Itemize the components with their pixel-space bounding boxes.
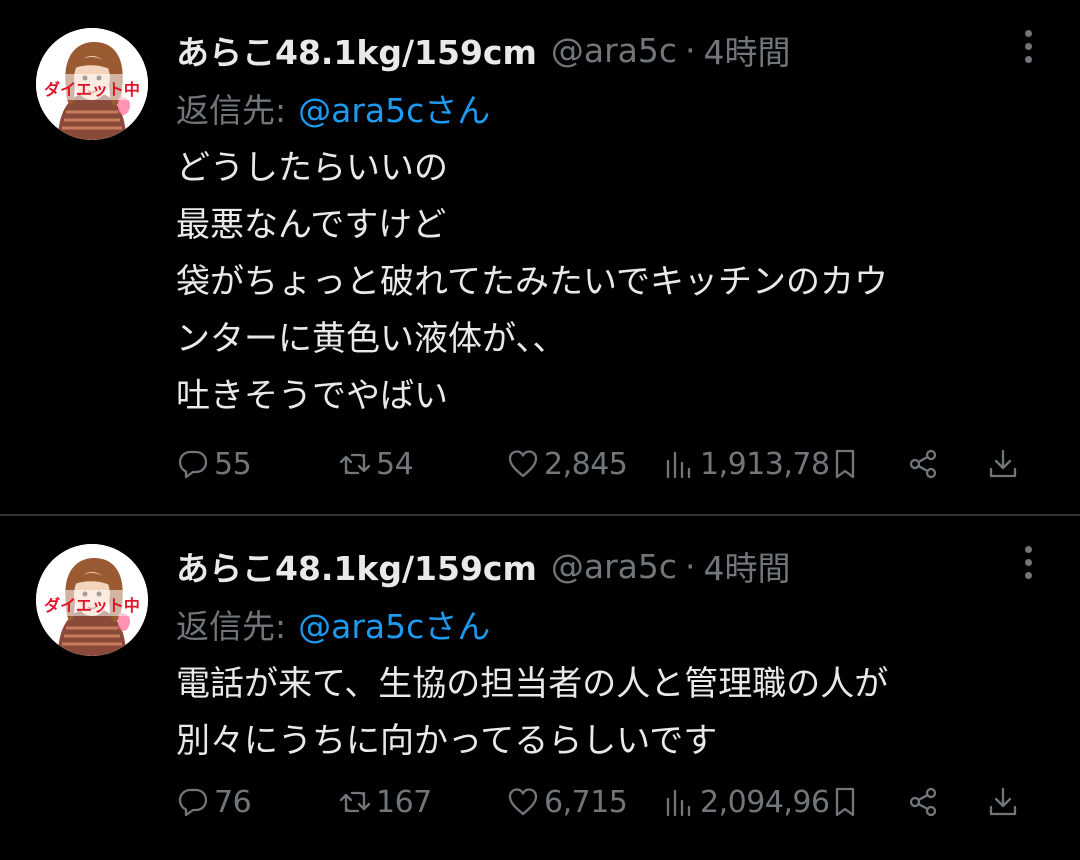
heart-icon xyxy=(508,788,538,816)
bar-chart-icon xyxy=(666,789,691,817)
tweet-line: ンターに黄色い液体が、、 xyxy=(176,319,567,359)
tweet-header: あらこ48.1kg/159cm @ara5c · 4時間 xyxy=(176,22,791,78)
reply-context: 返信先: @ara5cさん xyxy=(176,596,490,652)
separator-dot: · xyxy=(685,546,696,586)
views-button[interactable]: 2,094,96 xyxy=(662,774,830,830)
tweet[interactable]: ダイエット中 あらこ48.1kg/159cm @ara5c · 4時間 返信先:… xyxy=(0,516,1080,860)
retweet-icon xyxy=(339,453,371,475)
retweet-button[interactable]: 167 xyxy=(338,774,432,830)
reply-button[interactable]: 76 xyxy=(176,774,252,830)
share-icon xyxy=(909,787,937,817)
tweet-line: 電話が来て、生協の担当者の人と管理職の人が xyxy=(176,664,889,704)
download-icon xyxy=(989,787,1017,816)
view-count: 1,913,78 xyxy=(700,446,830,482)
retweet-button[interactable]: 54 xyxy=(338,436,414,492)
more-vertical-icon[interactable] xyxy=(1016,30,1040,70)
download-icon xyxy=(989,449,1017,478)
tweet-line: 別々にうちに向かってるらしいです xyxy=(176,721,718,761)
like-count: 2,845 xyxy=(544,446,628,482)
action-bar: 76 167 6,715 2,094,96 xyxy=(176,774,1040,830)
reply-to-link[interactable]: @ara5cさん xyxy=(298,84,490,132)
comment-bubble-icon xyxy=(178,788,208,817)
comment-bubble-icon xyxy=(178,450,208,479)
retweet-icon xyxy=(339,791,371,813)
avatar-badge: ダイエット中 xyxy=(44,596,140,615)
bookmark-button[interactable] xyxy=(828,436,862,492)
display-name[interactable]: あらこ48.1kg/159cm xyxy=(176,26,537,74)
reply-button[interactable]: 55 xyxy=(176,436,252,492)
reply-count: 76 xyxy=(214,784,252,820)
user-handle[interactable]: @ara5c xyxy=(551,547,677,586)
reply-label: 返信先: xyxy=(176,91,287,130)
tweet-header: あらこ48.1kg/159cm @ara5c · 4時間 xyxy=(176,538,791,594)
avatar-badge: ダイエット中 xyxy=(44,80,140,99)
tweet[interactable]: ダイエット中 あらこ48.1kg/159cm @ara5c · 4時間 返信先:… xyxy=(0,0,1080,514)
share-button[interactable] xyxy=(906,774,940,830)
bar-chart-icon xyxy=(666,451,691,479)
download-button[interactable] xyxy=(986,774,1020,830)
user-handle[interactable]: @ara5c xyxy=(551,31,677,70)
avatar[interactable]: ダイエット中 xyxy=(36,544,148,656)
timestamp[interactable]: 4時間 xyxy=(704,542,791,590)
reply-to-link[interactable]: @ara5cさん xyxy=(298,600,490,648)
reply-label: 返信先: xyxy=(176,607,287,646)
tweet-line: 吐きそうでやばい xyxy=(176,376,448,416)
retweet-count: 167 xyxy=(376,784,432,820)
share-button[interactable] xyxy=(906,436,940,492)
tweet-line: 最悪なんですけど xyxy=(176,205,447,245)
separator-dot: · xyxy=(685,30,696,70)
download-button[interactable] xyxy=(986,436,1020,492)
like-button[interactable]: 6,715 xyxy=(506,774,628,830)
view-count: 2,094,96 xyxy=(700,784,830,820)
avatar[interactable]: ダイエット中 xyxy=(36,28,148,140)
like-button[interactable]: 2,845 xyxy=(506,436,628,492)
bookmark-icon xyxy=(835,787,855,817)
retweet-count: 54 xyxy=(376,446,414,482)
reply-count: 55 xyxy=(214,446,252,482)
like-count: 6,715 xyxy=(544,784,628,820)
display-name[interactable]: あらこ48.1kg/159cm xyxy=(176,542,537,590)
views-button[interactable]: 1,913,78 xyxy=(662,436,830,492)
more-vertical-icon[interactable] xyxy=(1016,546,1040,586)
tweet-line: 袋がちょっと破れてたみたいでキッチンのカウ xyxy=(176,262,888,302)
tweet-text: 電話が来て、生協の担当者の人と管理職の人が 別々にうちに向かってるらしいです xyxy=(176,656,1036,770)
tweet-text: どうしたらいいの 最悪なんですけど 袋がちょっと破れてたみたいでキッチンのカウ … xyxy=(176,140,1036,425)
bookmark-button[interactable] xyxy=(828,774,862,830)
bookmark-icon xyxy=(835,449,855,479)
share-icon xyxy=(909,449,937,479)
heart-icon xyxy=(508,450,538,478)
timestamp[interactable]: 4時間 xyxy=(704,26,791,74)
reply-context: 返信先: @ara5cさん xyxy=(176,80,490,136)
action-bar: 55 54 2,845 1,913,78 xyxy=(176,436,1040,492)
tweet-line: どうしたらいいの xyxy=(176,148,448,188)
